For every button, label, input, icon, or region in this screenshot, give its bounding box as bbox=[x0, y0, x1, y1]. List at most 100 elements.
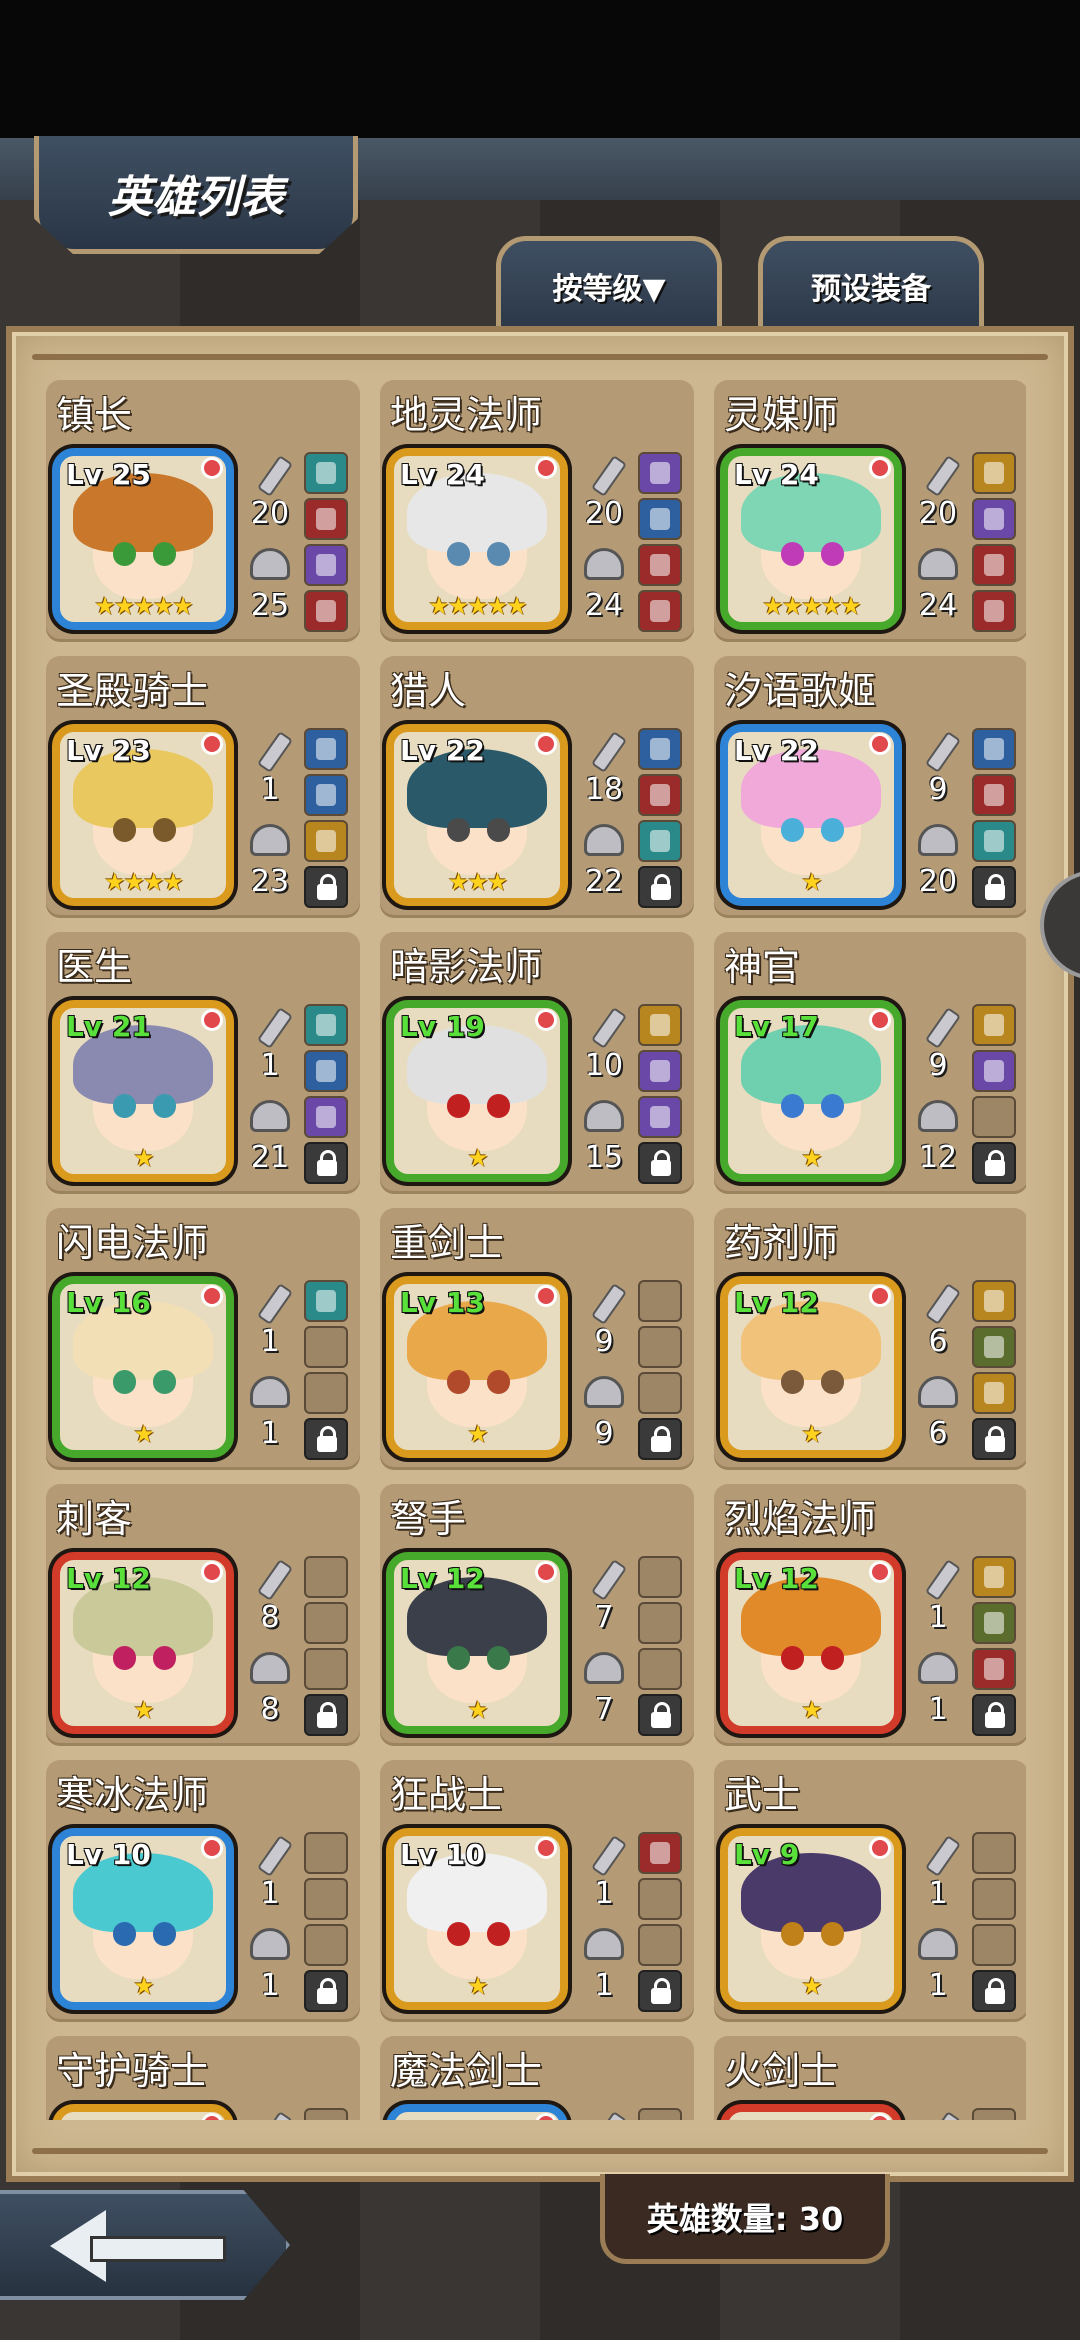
equipment-item-icon[interactable] bbox=[638, 452, 682, 494]
equipment-item-icon[interactable] bbox=[304, 498, 348, 540]
hero-portrait[interactable]: Lv 12 ★ bbox=[52, 1552, 234, 1734]
empty-equipment-slot[interactable] bbox=[972, 1832, 1016, 1874]
equipment-item-icon[interactable] bbox=[972, 774, 1016, 816]
equipment-item-icon[interactable] bbox=[972, 452, 1016, 494]
empty-equipment-slot[interactable] bbox=[304, 1602, 348, 1644]
locked-slot[interactable] bbox=[972, 1418, 1016, 1460]
locked-slot[interactable] bbox=[972, 1694, 1016, 1736]
hero-portrait[interactable] bbox=[52, 2104, 234, 2120]
locked-slot[interactable] bbox=[304, 1694, 348, 1736]
locked-slot[interactable] bbox=[972, 1142, 1016, 1184]
empty-equipment-slot[interactable] bbox=[638, 1602, 682, 1644]
locked-slot[interactable] bbox=[638, 866, 682, 908]
equipment-item-icon[interactable] bbox=[638, 1004, 682, 1046]
equipment-item-icon[interactable] bbox=[304, 728, 348, 770]
empty-equipment-slot[interactable] bbox=[304, 1372, 348, 1414]
equipment-item-icon[interactable] bbox=[638, 498, 682, 540]
locked-slot[interactable] bbox=[638, 1142, 682, 1184]
equipment-item-icon[interactable] bbox=[304, 774, 348, 816]
hero-card[interactable]: 寒冰法师 Lv 10 ★ 1 1 bbox=[46, 1760, 360, 2022]
hero-card[interactable]: 魔法剑士 bbox=[380, 2036, 694, 2120]
empty-equipment-slot[interactable] bbox=[304, 1924, 348, 1966]
equipment-item-icon[interactable] bbox=[972, 820, 1016, 862]
equipment-item-icon[interactable] bbox=[304, 820, 348, 862]
equipment-item-icon[interactable] bbox=[304, 1050, 348, 1092]
equipment-item-icon[interactable] bbox=[972, 1372, 1016, 1414]
hero-portrait[interactable]: Lv 25 ★★★★★ bbox=[52, 448, 234, 630]
equipment-item-icon[interactable] bbox=[972, 728, 1016, 770]
locked-slot[interactable] bbox=[304, 866, 348, 908]
hero-card[interactable]: 刺客 Lv 12 ★ 8 8 bbox=[46, 1484, 360, 1746]
empty-equipment-slot[interactable] bbox=[304, 1556, 348, 1598]
hero-card[interactable]: 武士 Lv 9 ★ 1 1 bbox=[714, 1760, 1026, 2022]
equipment-item-icon[interactable] bbox=[972, 1004, 1016, 1046]
empty-equipment-slot[interactable] bbox=[638, 1372, 682, 1414]
equipment-item-icon[interactable] bbox=[638, 1832, 682, 1874]
empty-equipment-slot[interactable] bbox=[972, 1096, 1016, 1138]
equipment-item-icon[interactable] bbox=[972, 1050, 1016, 1092]
hero-portrait[interactable]: Lv 12 ★ bbox=[386, 1552, 568, 1734]
hero-portrait[interactable] bbox=[720, 2104, 902, 2120]
preset-equipment-button[interactable]: 预设装备 bbox=[758, 236, 984, 330]
hero-card[interactable]: 暗影法师 Lv 19 ★ 10 15 bbox=[380, 932, 694, 1194]
locked-slot[interactable] bbox=[972, 866, 1016, 908]
empty-equipment-slot[interactable] bbox=[638, 1326, 682, 1368]
empty-equipment-slot[interactable] bbox=[638, 1280, 682, 1322]
equipment-item-icon[interactable] bbox=[972, 1280, 1016, 1322]
hero-card[interactable]: 医生 Lv 21 ★ 1 21 bbox=[46, 932, 360, 1194]
empty-equipment-slot[interactable] bbox=[638, 2108, 682, 2120]
locked-slot[interactable] bbox=[638, 1970, 682, 2012]
empty-equipment-slot[interactable] bbox=[304, 1648, 348, 1690]
sort-by-level-button[interactable]: 按等级▼ bbox=[496, 236, 722, 330]
locked-slot[interactable] bbox=[638, 1418, 682, 1460]
empty-equipment-slot[interactable] bbox=[972, 2108, 1016, 2120]
hero-card[interactable]: 镇长 Lv 25 ★★★★★ 20 25 bbox=[46, 380, 360, 642]
hero-portrait[interactable]: Lv 23 ★★★★ bbox=[52, 724, 234, 906]
empty-equipment-slot[interactable] bbox=[638, 1924, 682, 1966]
hero-card[interactable]: 神官 Lv 17 ★ 9 12 bbox=[714, 932, 1026, 1194]
equipment-item-icon[interactable] bbox=[972, 544, 1016, 586]
hero-card[interactable]: 狂战士 Lv 10 ★ 1 1 bbox=[380, 1760, 694, 2022]
hero-portrait[interactable]: Lv 12 ★ bbox=[720, 1552, 902, 1734]
empty-equipment-slot[interactable] bbox=[638, 1648, 682, 1690]
hero-portrait[interactable]: Lv 21 ★ bbox=[52, 1000, 234, 1182]
hero-portrait[interactable]: Lv 10 ★ bbox=[386, 1828, 568, 2010]
equipment-item-icon[interactable] bbox=[972, 1556, 1016, 1598]
empty-equipment-slot[interactable] bbox=[972, 1878, 1016, 1920]
hero-card[interactable]: 守护骑士 bbox=[46, 2036, 360, 2120]
hero-card[interactable]: 灵媒师 Lv 24 ★★★★★ 20 24 bbox=[714, 380, 1026, 642]
hero-portrait[interactable]: Lv 16 ★ bbox=[52, 1276, 234, 1458]
empty-equipment-slot[interactable] bbox=[638, 1878, 682, 1920]
equipment-item-icon[interactable] bbox=[304, 1096, 348, 1138]
equipment-item-icon[interactable] bbox=[638, 590, 682, 632]
equipment-item-icon[interactable] bbox=[972, 1326, 1016, 1368]
empty-equipment-slot[interactable] bbox=[304, 2108, 348, 2120]
equipment-item-icon[interactable] bbox=[638, 728, 682, 770]
hero-portrait[interactable]: Lv 13 ★ bbox=[386, 1276, 568, 1458]
equipment-item-icon[interactable] bbox=[304, 1280, 348, 1322]
hero-card[interactable]: 地灵法师 Lv 24 ★★★★★ 20 24 bbox=[380, 380, 694, 642]
hero-card[interactable]: 圣殿骑士 Lv 23 ★★★★ 1 23 bbox=[46, 656, 360, 918]
equipment-item-icon[interactable] bbox=[972, 1648, 1016, 1690]
equipment-item-icon[interactable] bbox=[972, 498, 1016, 540]
hero-grid[interactable]: 镇长 Lv 25 ★★★★★ 20 25 地灵法师 Lv 24 ★★★★★ 20 24 灵媒师 Lv … bbox=[46, 380, 1026, 2120]
locked-slot[interactable] bbox=[304, 1142, 348, 1184]
empty-equipment-slot[interactable] bbox=[638, 1556, 682, 1598]
equipment-item-icon[interactable] bbox=[638, 820, 682, 862]
hero-portrait[interactable]: Lv 24 ★★★★★ bbox=[386, 448, 568, 630]
hero-portrait[interactable]: Lv 12 ★ bbox=[720, 1276, 902, 1458]
back-arrow-icon[interactable] bbox=[50, 2210, 230, 2282]
hero-card[interactable]: 重剑士 Lv 13 ★ 9 9 bbox=[380, 1208, 694, 1470]
hero-card[interactable]: 闪电法师 Lv 16 ★ 1 1 bbox=[46, 1208, 360, 1470]
hero-portrait[interactable]: Lv 24 ★★★★★ bbox=[720, 448, 902, 630]
hero-card[interactable]: 弩手 Lv 12 ★ 7 7 bbox=[380, 1484, 694, 1746]
empty-equipment-slot[interactable] bbox=[304, 1878, 348, 1920]
locked-slot[interactable] bbox=[638, 1694, 682, 1736]
hero-portrait[interactable]: Lv 19 ★ bbox=[386, 1000, 568, 1182]
equipment-item-icon[interactable] bbox=[638, 774, 682, 816]
locked-slot[interactable] bbox=[304, 1418, 348, 1460]
equipment-item-icon[interactable] bbox=[638, 1050, 682, 1092]
hero-card[interactable]: 烈焰法师 Lv 12 ★ 1 1 bbox=[714, 1484, 1026, 1746]
hero-portrait[interactable]: Lv 10 ★ bbox=[52, 1828, 234, 2010]
hero-portrait[interactable] bbox=[386, 2104, 568, 2120]
